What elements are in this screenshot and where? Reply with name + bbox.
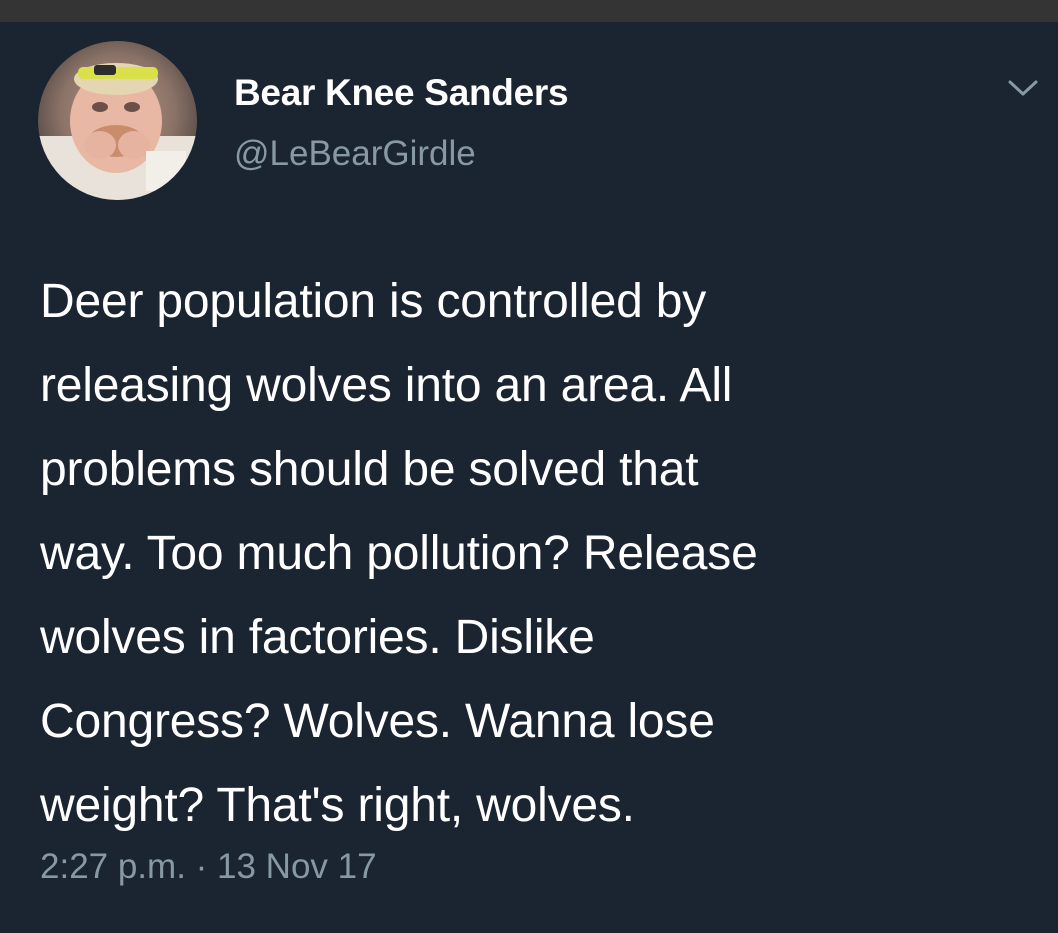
- tweet-text-line: Congress? Wolves. Wanna lose: [40, 695, 715, 748]
- avatar[interactable]: [38, 41, 197, 200]
- profile-photo-icon: [38, 41, 197, 200]
- tweet-menu-button[interactable]: [1004, 74, 1042, 102]
- status-bar: [0, 0, 1058, 22]
- tweet-card: Bear Knee Sanders @LeBearGirdle Deer pop…: [0, 22, 1058, 933]
- tweet-text: Deer population is controlled by releasi…: [40, 260, 1040, 848]
- chevron-down-icon: [1008, 80, 1038, 96]
- author-display-name[interactable]: Bear Knee Sanders: [234, 72, 569, 114]
- tweet-text-line: releasing wolves into an area. All: [40, 359, 733, 412]
- tweet-text-line: Deer population is controlled by: [40, 275, 706, 328]
- tweet-time: 2:27 p.m.: [40, 847, 186, 886]
- tweet-text-line: way. Too much pollution? Release: [40, 527, 758, 580]
- tweet-timestamp[interactable]: 2:27 p.m. · 13 Nov 17: [40, 847, 377, 887]
- tweet-text-line: wolves in factories. Dislike: [40, 611, 595, 664]
- tweet-text-line: weight? That's right, wolves.: [40, 779, 635, 832]
- tweet-text-line: problems should be solved that: [40, 443, 699, 496]
- author-handle[interactable]: @LeBearGirdle: [234, 134, 476, 174]
- tweet-date: 13 Nov 17: [217, 847, 377, 886]
- timestamp-separator: ·: [185, 847, 218, 886]
